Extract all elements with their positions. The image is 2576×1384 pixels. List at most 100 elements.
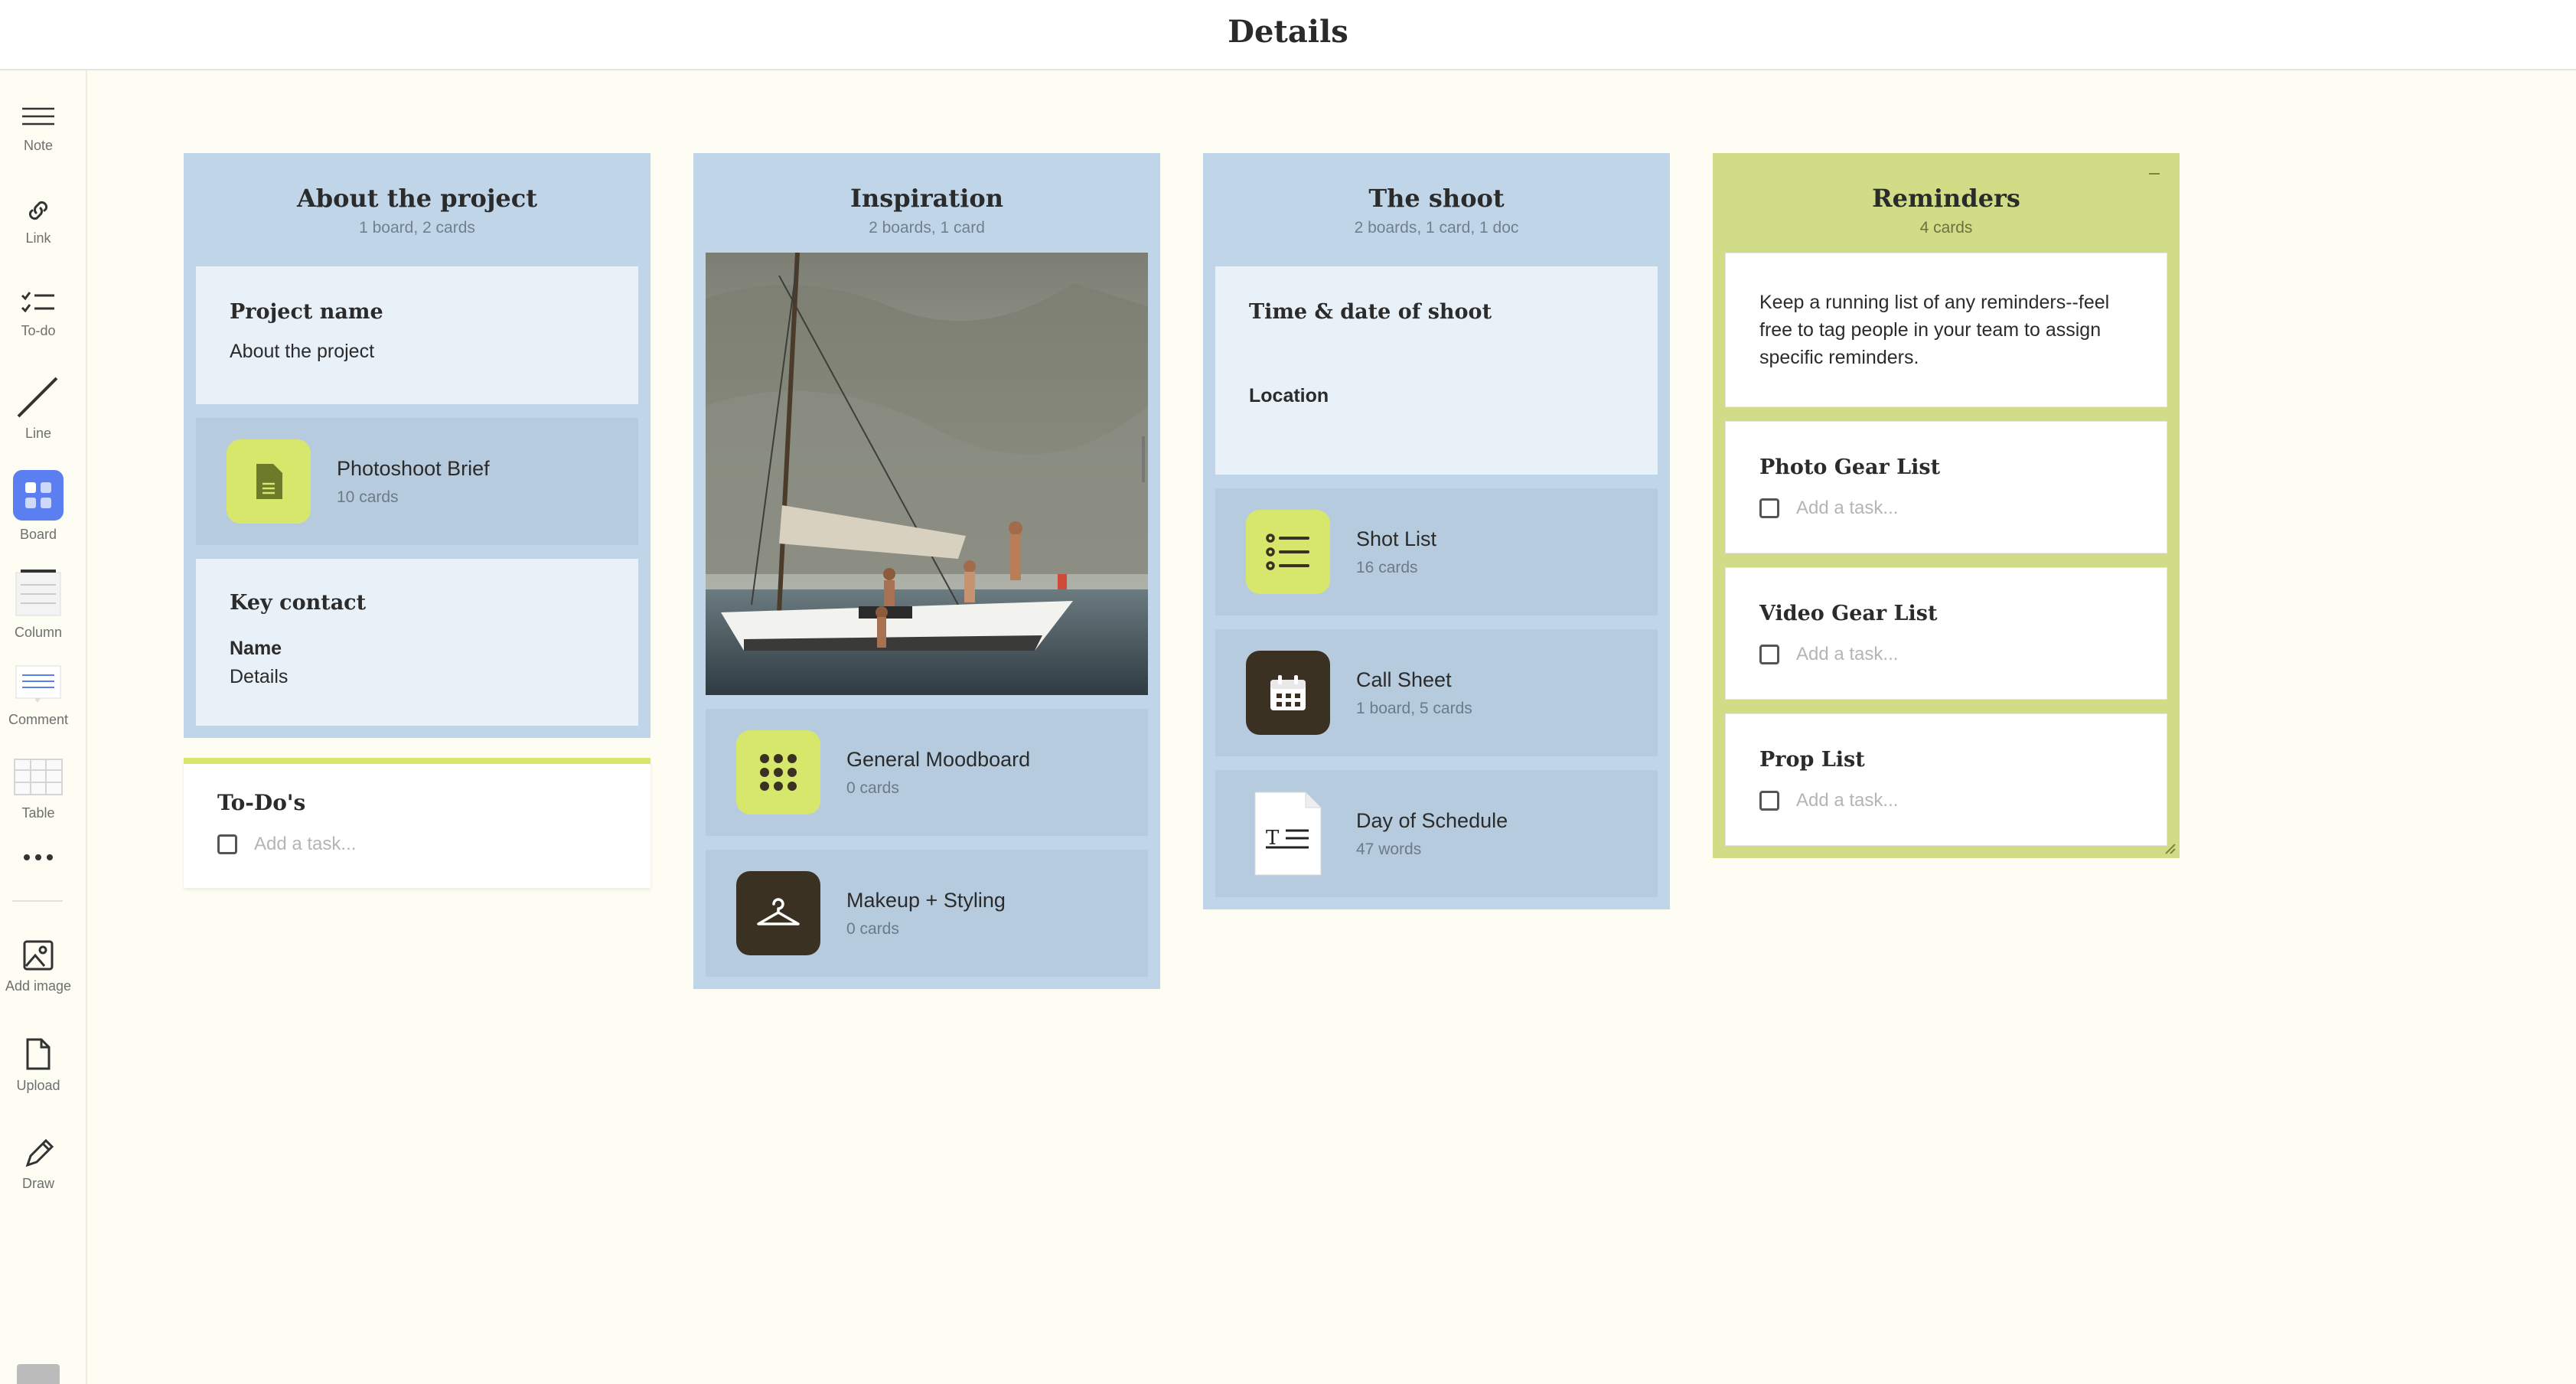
task-checkbox[interactable] xyxy=(1759,791,1779,811)
tool-add-image[interactable]: Add image xyxy=(0,938,77,994)
list-title: Prop List xyxy=(1759,748,1865,772)
tool-column[interactable]: Column xyxy=(0,568,77,641)
link-icon xyxy=(28,201,48,220)
tool-more[interactable] xyxy=(0,850,77,865)
reminders-note[interactable]: Keep a running list of any reminders--fe… xyxy=(1725,253,2167,407)
note-text: Keep a running list of any reminders--fe… xyxy=(1759,292,2110,368)
board-count: 1 board, 5 cards xyxy=(1356,699,1472,717)
contact-details: Details xyxy=(230,666,289,687)
card-body: About the project xyxy=(230,341,375,362)
todo-card[interactable]: To-Do's Add a task... xyxy=(184,758,651,888)
column-the-shoot[interactable]: The shoot 2 boards, 1 card, 1 doc Time &… xyxy=(1203,153,1670,909)
tool-todo-label: To-do xyxy=(21,323,56,338)
more-icon xyxy=(24,854,53,860)
card-title: Time & date of shoot xyxy=(1249,300,1492,324)
line-icon xyxy=(17,377,58,418)
tool-upload[interactable]: Upload xyxy=(0,1036,77,1094)
column-header: Inspiration 2 boards, 1 card xyxy=(706,164,1148,253)
task-checkbox[interactable] xyxy=(217,834,237,854)
column-header: The shoot 2 boards, 1 card, 1 doc xyxy=(1215,164,1658,253)
tool-todo[interactable]: To-do xyxy=(0,289,77,339)
list-icon xyxy=(1246,510,1330,594)
call-sheet-board[interactable]: Call Sheet 1 board, 5 cards xyxy=(1215,629,1658,756)
column-reminders[interactable]: Reminders 4 cards Keep a running list of… xyxy=(1713,153,2180,858)
text-document-icon: T xyxy=(1246,792,1330,876)
photoshoot-brief-board[interactable]: Photoshoot Brief 10 cards xyxy=(196,418,638,545)
column-inspiration[interactable]: Inspiration 2 boards, 1 card General Moo… xyxy=(693,153,1160,989)
location-label: Location xyxy=(1249,385,1329,406)
resize-handle-icon[interactable] xyxy=(2163,841,2177,855)
top-bar: Details xyxy=(0,0,2576,70)
tool-draw[interactable]: Draw xyxy=(0,1134,77,1192)
tool-note[interactable]: Note xyxy=(0,104,77,154)
column-subtitle: 4 cards xyxy=(1919,219,1973,237)
tool-board-label: Board xyxy=(19,527,57,542)
column-header: Reminders 4 cards xyxy=(1725,164,2167,253)
todo-title: To-Do's xyxy=(217,790,306,815)
time-date-card[interactable]: Time & date of shoot Location xyxy=(1215,266,1658,475)
tool-column-label: Column xyxy=(14,625,63,640)
tool-comment-label: Comment xyxy=(8,712,69,727)
upload-icon xyxy=(26,1038,51,1070)
add-task-input[interactable]: Add a task... xyxy=(254,834,356,855)
note-icon xyxy=(22,107,54,126)
doc-title: Day of Schedule xyxy=(1356,808,1508,832)
column-title: The shoot xyxy=(1368,184,1505,213)
column-header: About the project 1 board, 2 cards xyxy=(196,164,638,253)
tool-line-label: Line xyxy=(24,426,52,441)
column-subtitle: 2 boards, 1 card xyxy=(869,219,985,237)
prop-list[interactable]: Prop List Add a task... xyxy=(1725,713,2167,846)
video-gear-list[interactable]: Video Gear List Add a task... xyxy=(1725,567,2167,700)
comment-icon xyxy=(15,665,61,703)
inspiration-photo[interactable] xyxy=(706,253,1148,695)
task-checkbox[interactable] xyxy=(1759,498,1779,518)
tool-add-image-label: Add image xyxy=(5,978,72,994)
project-name-card[interactable]: Project name About the project xyxy=(196,266,638,404)
tool-note-label: Note xyxy=(23,138,54,153)
table-icon xyxy=(14,759,63,795)
board-title: Shot List xyxy=(1356,527,1437,550)
card-title: Project name xyxy=(230,300,383,324)
todo-icon xyxy=(21,292,54,313)
page-title: Details xyxy=(1228,14,1348,50)
makeup-styling-board[interactable]: Makeup + Styling 0 cards xyxy=(706,850,1148,977)
tool-comment[interactable]: Comment xyxy=(0,663,77,728)
board-count: 0 cards xyxy=(846,919,899,938)
column-title: About the project xyxy=(296,184,538,213)
card-title: Key contact xyxy=(230,591,367,615)
shot-list-board[interactable]: Shot List 16 cards xyxy=(1215,488,1658,615)
image-icon xyxy=(23,940,54,971)
day-of-schedule-doc[interactable]: T Day of Schedule 47 words xyxy=(1215,770,1658,897)
board-title: Call Sheet xyxy=(1356,668,1452,691)
tool-upload-label: Upload xyxy=(16,1078,60,1093)
photo-gear-list[interactable]: Photo Gear List Add a task... xyxy=(1725,421,2167,553)
board-title: General Moodboard xyxy=(846,747,1031,771)
board-title: Makeup + Styling xyxy=(846,888,1006,912)
pencil-icon xyxy=(25,1138,54,1167)
doc-word-count: 47 words xyxy=(1356,840,1422,858)
tool-table[interactable]: Table xyxy=(0,756,77,821)
task-checkbox[interactable] xyxy=(1759,645,1779,664)
document-icon xyxy=(227,439,311,524)
tool-board[interactable]: Board xyxy=(0,470,77,543)
trash-icon[interactable] xyxy=(17,1364,60,1384)
add-task-input[interactable]: Add a task... xyxy=(1796,644,1898,665)
add-task-input[interactable]: Add a task... xyxy=(1796,498,1898,519)
tool-table-label: Table xyxy=(21,805,55,821)
column-title: Reminders xyxy=(1872,184,2020,213)
board-count: 16 cards xyxy=(1356,558,1418,576)
board-title: Photoshoot Brief xyxy=(337,456,490,480)
hanger-icon xyxy=(736,871,820,955)
column-subtitle: 1 board, 2 cards xyxy=(359,219,475,237)
tool-line[interactable]: Line xyxy=(0,374,77,442)
list-title: Video Gear List xyxy=(1759,602,1938,625)
contact-name-label: Name xyxy=(230,638,282,659)
key-contact-card[interactable]: Key contact Name Details xyxy=(196,559,638,726)
general-moodboard-board[interactable]: General Moodboard 0 cards xyxy=(706,709,1148,836)
collapse-icon[interactable] xyxy=(2149,173,2160,175)
tool-sidebar: Note Link To-do Line Board Column Commen… xyxy=(0,70,87,1384)
column-about-project[interactable]: About the project 1 board, 2 cards Proje… xyxy=(184,153,651,738)
column-title: Inspiration xyxy=(850,184,1003,213)
add-task-input[interactable]: Add a task... xyxy=(1796,790,1898,811)
tool-link[interactable]: Link xyxy=(0,197,77,246)
